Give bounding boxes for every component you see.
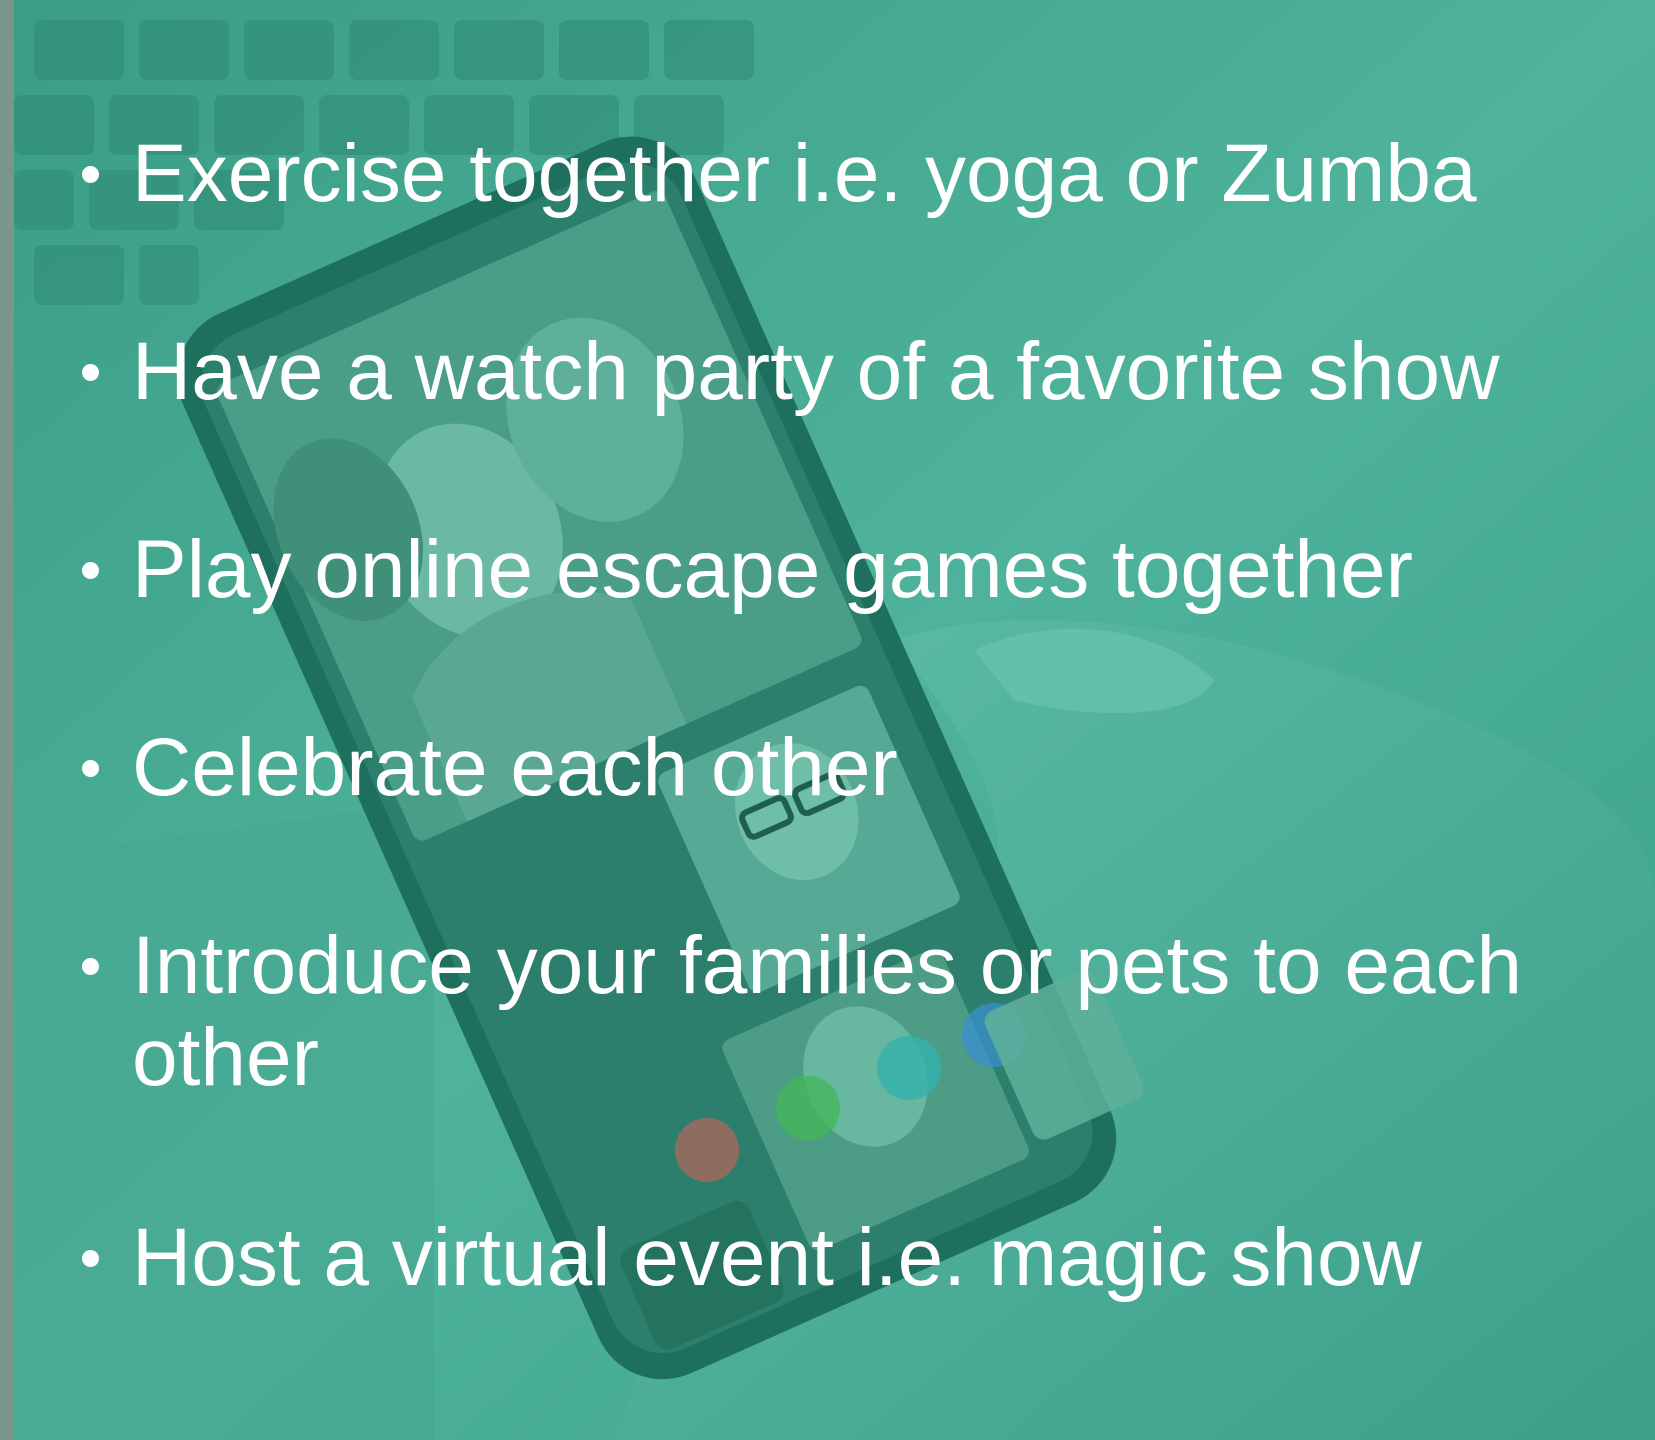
bullet-icon: [82, 562, 99, 579]
bullet-icon: [82, 1250, 99, 1267]
list-item-text: Exercise together i.e. yoga or Zumba: [132, 128, 1477, 219]
list-item-text: Celebrate each other: [132, 722, 898, 813]
list-item-text: Introduce your families or pets to each: [132, 920, 1523, 1011]
list-item-text: Host a virtual event i.e. magic show: [132, 1212, 1422, 1303]
list-item-text: Play online escape games together: [132, 524, 1413, 615]
list-item-text: Have a watch party of a favorite show: [132, 326, 1500, 417]
left-edge-strip: [0, 0, 14, 1440]
bullet-icon: [82, 166, 99, 183]
list-item-text-continued: other: [132, 1012, 319, 1103]
bullet-icon: [82, 760, 99, 777]
bullet-icon: [82, 958, 99, 975]
bullet-icon: [82, 364, 99, 381]
